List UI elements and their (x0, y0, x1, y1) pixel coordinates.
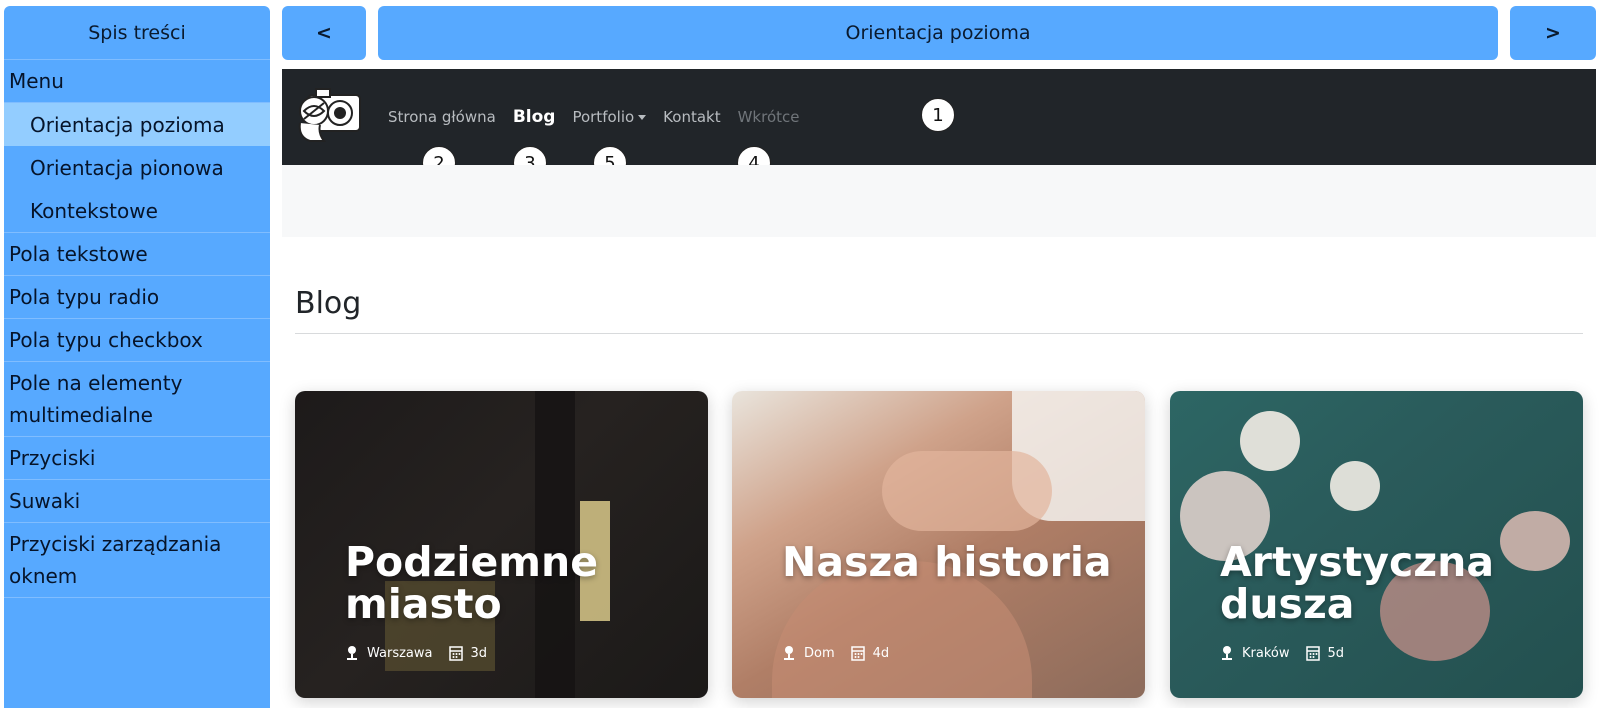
sidebar-subgroup-menu: Orientacja pozioma Orientacja pionowa Ko… (4, 103, 270, 233)
calendar-icon (448, 646, 463, 661)
section-title: Blog (295, 286, 362, 321)
sidebar-item-pola-tekstowe[interactable]: Pola tekstowe (4, 233, 270, 276)
sidebar-item-kontekstowe[interactable]: Kontekstowe (4, 189, 270, 232)
card-location: Dom (804, 645, 835, 661)
card-duration: 3d (470, 645, 488, 661)
sidebar-item-pola-checkbox[interactable]: Pola typu checkbox (4, 319, 270, 362)
card-duration: 5d (1327, 645, 1345, 661)
nav-link-portfolio-label: Portfolio (572, 108, 635, 126)
camera-logo-icon[interactable] (294, 85, 366, 145)
blog-card[interactable]: Podziemne miasto Warszawa 3d (295, 391, 708, 698)
app-root: Spis treści Menu Orientacja pozioma Orie… (0, 0, 1600, 708)
card-duration: 4d (872, 645, 890, 661)
sidebar: Spis treści Menu Orientacja pozioma Orie… (4, 6, 270, 708)
page-title: Orientacja pozioma (378, 6, 1498, 60)
card-location: Kraków (1242, 645, 1290, 661)
nav-link-contact[interactable]: Kontakt (663, 108, 720, 126)
sidebar-item-przyciski-okna[interactable]: Przyciski zarządzania oknem (4, 523, 270, 598)
blog-card[interactable]: Nasza historia Dom 4d (732, 391, 1145, 698)
sidebar-item-multimedia[interactable]: Pole na elementy multimedialne (4, 362, 270, 437)
sidebar-header: Spis treści (4, 6, 270, 60)
calendar-icon (850, 646, 865, 661)
prev-button[interactable]: < (282, 6, 366, 60)
card-title: Artystyczna dusza (1220, 538, 1495, 628)
location-pin-icon (347, 646, 357, 660)
annotation-badge: 1 (921, 98, 955, 132)
card-title: Nasza historia (782, 538, 1112, 586)
location-pin-icon (1222, 646, 1232, 660)
card-meta: Warszawa 3d (345, 645, 503, 661)
card-meta: Kraków 5d (1220, 645, 1360, 661)
card-title: Podziemne miasto (345, 538, 599, 628)
section-divider (295, 333, 1583, 334)
sidebar-item-menu[interactable]: Menu (4, 60, 270, 103)
card-location: Warszawa (367, 645, 433, 661)
navbar-spacer (282, 165, 1596, 237)
card-meta: Dom 4d (782, 645, 905, 661)
calendar-icon (1305, 646, 1320, 661)
sidebar-item-przyciski[interactable]: Przyciski (4, 437, 270, 480)
nav-link-blog[interactable]: Blog (513, 107, 556, 127)
sidebar-item-suwaki[interactable]: Suwaki (4, 480, 270, 523)
nav-link-home[interactable]: Strona główna (388, 108, 496, 126)
caret-down-icon (638, 115, 647, 120)
next-button[interactable]: > (1510, 6, 1596, 60)
nav-link-soon: Wkrótce (737, 108, 800, 126)
sidebar-item-pola-radio[interactable]: Pola typu radio (4, 276, 270, 319)
blog-card[interactable]: Artystyczna dusza Kraków 5d (1170, 391, 1583, 698)
nav-link-portfolio[interactable]: Portfolio (572, 108, 647, 126)
location-pin-icon (784, 646, 794, 660)
sidebar-item-orientacja-pozioma[interactable]: Orientacja pozioma (4, 103, 270, 146)
sidebar-item-orientacja-pionowa[interactable]: Orientacja pionowa (4, 146, 270, 189)
